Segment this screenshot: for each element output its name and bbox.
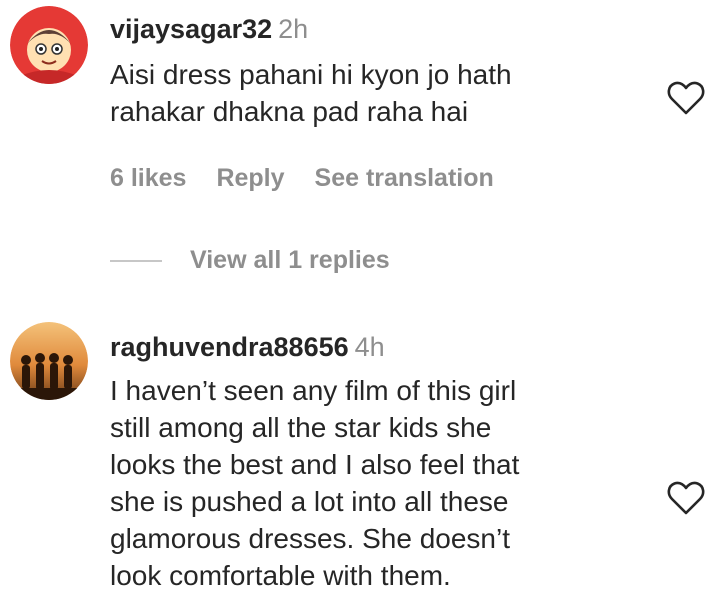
comment-text-line: glamorous dresses. She doesn’t [110,523,510,554]
view-replies-label: View all 1 replies [190,246,390,274]
comment-text-line: she is pushed a lot into all these [110,486,509,517]
likes-count[interactable]: 6 likes [110,164,186,192]
heart-outline-icon[interactable] [666,480,706,516]
comment-text-line: look comfortable with them. [110,560,451,591]
comment-time: 4h [354,332,385,362]
comment-header: vijaysagar32 2h [110,12,512,46]
comment-text-line: looks the best and I also feel that [110,449,520,480]
comments-panel: vijaysagar32 2h Aisi dress pahani hi kyon… [0,0,723,616]
comment-text-line: Aisi dress pahani hi kyon jo hath [110,59,512,90]
avatar[interactable] [10,6,88,84]
comment-header: raghuvendra88656 4h [110,330,519,364]
see-translation-button[interactable]: See translation [315,164,494,192]
avatar[interactable] [10,322,88,400]
comment-text-line: I haven’t seen any film of this girl [110,375,517,406]
comment-time: 2h [278,14,309,44]
cartoon-boy-avatar-icon [10,6,88,84]
username-link[interactable]: raghuvendra88656 [110,332,349,362]
reply-button[interactable]: Reply [216,164,284,192]
comment-text-line: still among all the star kids she [110,412,492,443]
comment-text-line: rahakar dhakna pad raha hai [110,96,469,127]
view-replies-button[interactable]: View all 1 replies [110,246,390,275]
silhouette-group-avatar-icon [10,322,88,400]
heart-outline-icon[interactable] [666,80,706,116]
comment-actions: 6 likes Reply See translation [110,164,524,193]
comment-text: I haven’t seen any film of this girl sti… [110,372,519,594]
replies-divider [110,259,162,262]
comment-text: Aisi dress pahani hi kyon jo hath rahaka… [110,56,512,130]
username-link[interactable]: vijaysagar32 [110,14,272,44]
